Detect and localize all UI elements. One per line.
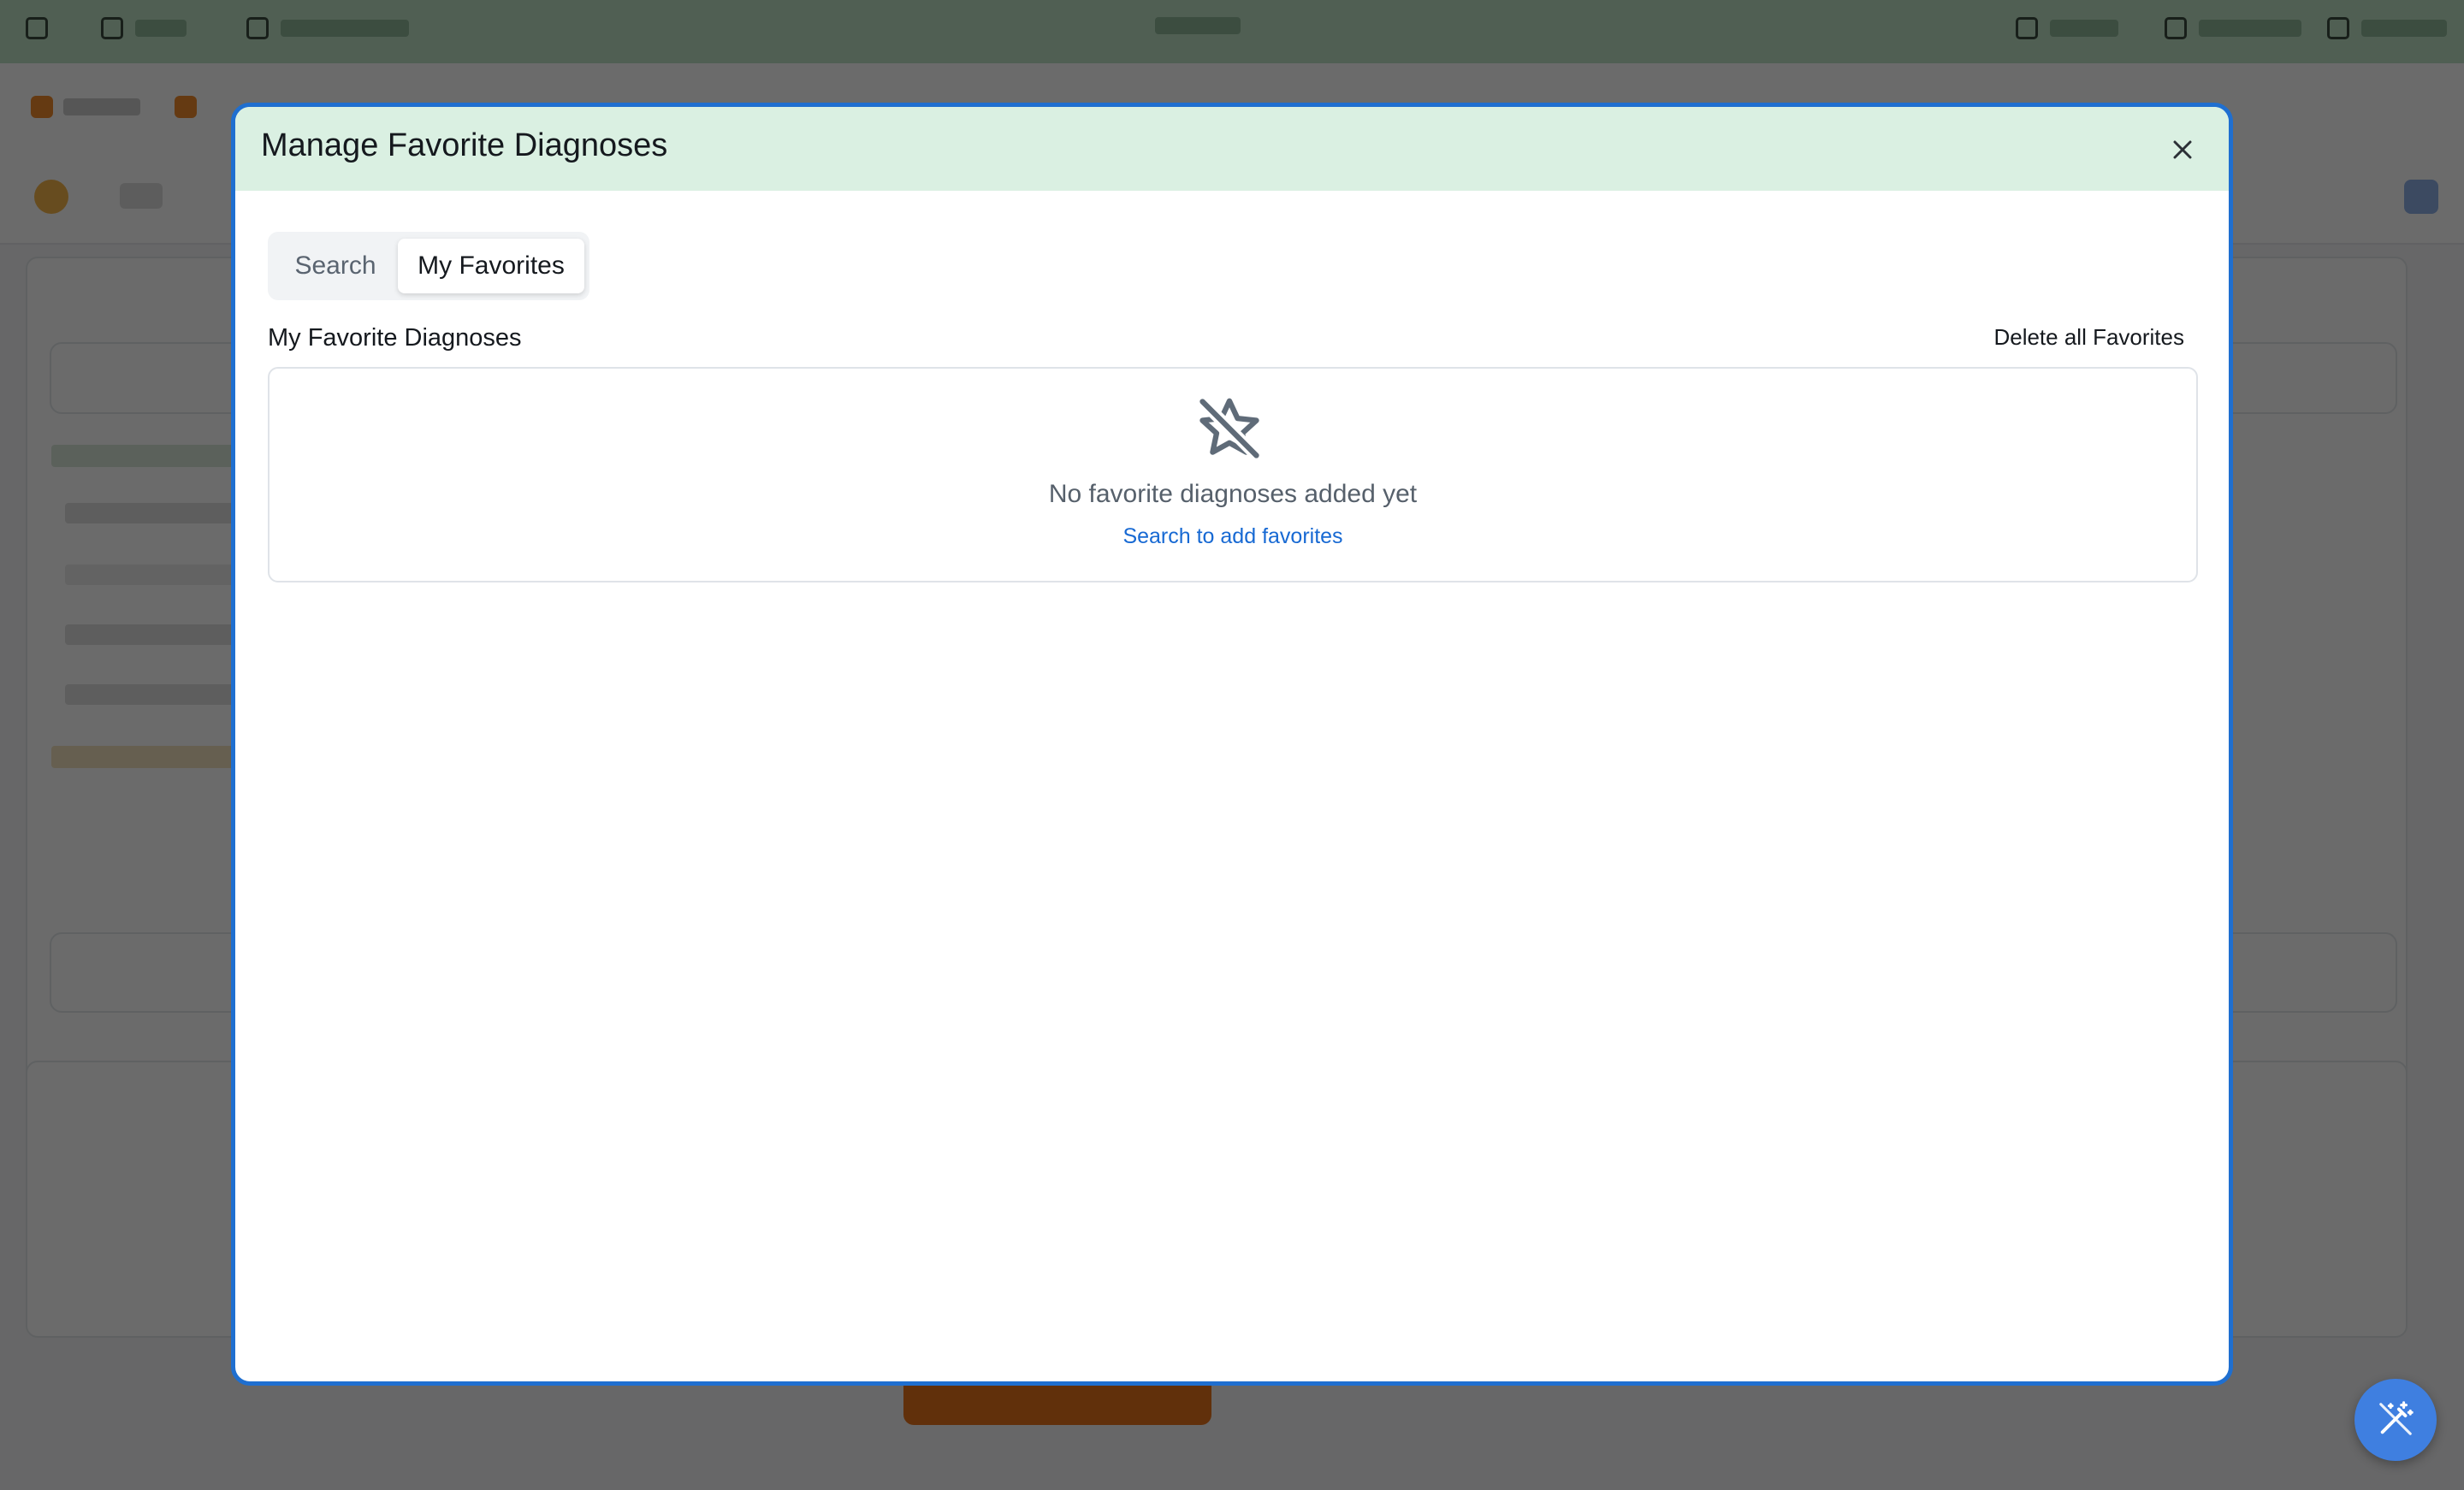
tab-search[interactable]: Search [273, 239, 398, 293]
star-off-icon [1196, 395, 1263, 462]
empty-state-message: No favorite diagnoses added yet [1048, 480, 1418, 508]
manage-favorites-modal: Manage Favorite Diagnoses Search My Favo… [231, 103, 2233, 1386]
section-title: My Favorite Diagnoses [268, 324, 522, 352]
modal-header: Manage Favorite Diagnoses [235, 107, 2229, 191]
tab-my-favorites[interactable]: My Favorites [398, 239, 584, 293]
favorites-empty-state: No favorite diagnoses added yet Search t… [268, 367, 2198, 582]
close-icon [2173, 140, 2192, 159]
search-to-add-favorites-link[interactable]: Search to add favorites [270, 524, 2196, 549]
magic-assist-button[interactable] [2354, 1379, 2437, 1461]
delete-all-favorites-button[interactable]: Delete all Favorites [1993, 324, 2184, 351]
modal-title: Manage Favorite Diagnoses [261, 127, 668, 163]
favorites-tabs: Search My Favorites [268, 232, 589, 300]
magic-wand-icon [2379, 1400, 2414, 1435]
close-button[interactable] [2167, 134, 2198, 165]
